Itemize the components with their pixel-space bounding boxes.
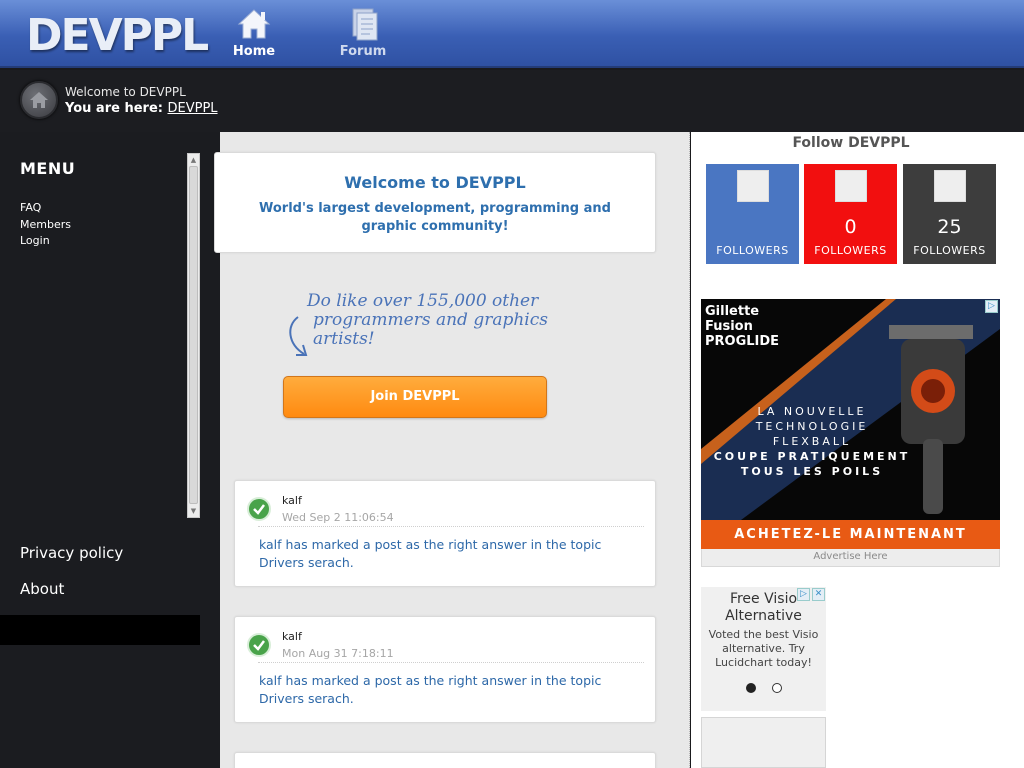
- ad-tagline-line: TECHNOLOGIE: [755, 420, 869, 433]
- sidebar-footer-bar: [0, 615, 200, 645]
- adchoices-icon[interactable]: ▷: [985, 300, 998, 313]
- breadcrumb: You are here: DEVPPL: [65, 101, 218, 116]
- ad-tagline-line: COUPE PRATIQUEMENT: [713, 450, 911, 463]
- text-ad-body: Voted the best Visio alternative. Try Lu…: [708, 628, 819, 669]
- menu-link-faq[interactable]: FAQ: [20, 201, 41, 214]
- carousel-dot[interactable]: [772, 683, 782, 693]
- home-icon: [237, 9, 271, 39]
- check-icon: [247, 497, 271, 521]
- menu-link-members[interactable]: Members: [20, 218, 71, 231]
- menu-link-login[interactable]: Login: [20, 234, 50, 247]
- broken-image-icon: [835, 170, 867, 202]
- scroll-up-icon[interactable]: ▲: [187, 154, 200, 166]
- menu-title: MENU: [20, 159, 76, 178]
- invite-line-2: programmers and graphics artists!: [313, 310, 548, 349]
- breadcrumb-welcome: Welcome to DEVPPL: [65, 85, 186, 99]
- about-link[interactable]: About: [20, 580, 64, 598]
- broken-image-icon: [934, 170, 966, 202]
- invite-text: Do like over 155,000 other programmers a…: [307, 292, 597, 349]
- divider: [258, 662, 644, 663]
- invite-line-1: Do like over 155,000 other: [307, 291, 539, 311]
- forum-icon: [352, 8, 378, 41]
- privacy-policy-link[interactable]: Privacy policy: [20, 544, 123, 562]
- nav-home[interactable]: Home: [214, 6, 294, 59]
- follower-label: FOLLOWERS: [814, 244, 887, 257]
- nav-forum[interactable]: Forum: [323, 6, 403, 59]
- ad-cta-button[interactable]: ACHETEZ-LE MAINTENANT: [701, 520, 1000, 549]
- ad-tagline-line: TOUS LES POILS: [740, 465, 884, 478]
- breadcrumb-home-button[interactable]: [20, 81, 58, 119]
- ad-brand-line: PROGLIDE: [705, 334, 780, 349]
- advertise-here-link[interactable]: Advertise Here: [701, 551, 1000, 562]
- ad-placeholder: [701, 717, 826, 768]
- activity-user[interactable]: kalf: [282, 494, 302, 507]
- ad-tagline-line: LA NOUVELLE: [757, 405, 867, 418]
- follow-title: Follow DEVPPL: [792, 135, 910, 151]
- nav-home-label: Home: [232, 44, 276, 59]
- follower-label: FOLLOWERS: [913, 244, 986, 257]
- follower-count: 25: [937, 216, 962, 238]
- divider: [258, 526, 644, 527]
- broken-image-icon: [737, 170, 769, 202]
- check-icon: [247, 633, 271, 657]
- twitter-followers-box[interactable]: 25 FOLLOWERS: [903, 164, 996, 264]
- activity-text[interactable]: kalf has marked a post as the right answ…: [259, 536, 639, 572]
- nav-forum-label: Forum: [339, 44, 387, 59]
- activity-time: Mon Aug 31 7:18:11: [282, 647, 394, 660]
- ad-brand: Gillette Fusion PROGLIDE: [705, 304, 779, 349]
- curved-arrow-icon: [289, 316, 308, 356]
- sidebar-scroll-thumb[interactable]: [189, 166, 198, 504]
- youtube-followers-box[interactable]: 0 FOLLOWERS: [804, 164, 897, 264]
- ad-tagline-line: FLEXBALL: [772, 435, 852, 448]
- join-button[interactable]: Join DEVPPL: [283, 376, 547, 418]
- ad-brand-line: Gillette: [705, 304, 760, 319]
- adchoices-icon[interactable]: ▷: [797, 588, 810, 601]
- activity-time: Wed Sep 2 11:06:54: [282, 511, 394, 524]
- facebook-followers-box[interactable]: FOLLOWERS: [706, 164, 799, 264]
- site-logo[interactable]: DEVPPL: [26, 10, 209, 61]
- welcome-title: Welcome to DEVPPL: [344, 173, 526, 192]
- ad-tagline: LA NOUVELLE TECHNOLOGIE FLEXBALL COUPE P…: [706, 404, 918, 479]
- list-item: [234, 752, 656, 768]
- welcome-subtitle: World's largest development, programming…: [259, 201, 611, 234]
- home-icon: [30, 92, 48, 108]
- ad-brand-line: Fusion: [705, 319, 753, 334]
- follower-count: 0: [844, 216, 857, 238]
- follower-label: FOLLOWERS: [716, 244, 789, 257]
- carousel-dot-active[interactable]: [746, 683, 756, 693]
- close-icon[interactable]: ✕: [812, 588, 825, 601]
- scroll-down-icon[interactable]: ▼: [187, 505, 200, 517]
- breadcrumb-link[interactable]: DEVPPL: [168, 101, 218, 116]
- activity-user[interactable]: kalf: [282, 630, 302, 643]
- activity-text[interactable]: kalf has marked a post as the right answ…: [259, 672, 639, 708]
- breadcrumb-label: You are here:: [65, 101, 163, 116]
